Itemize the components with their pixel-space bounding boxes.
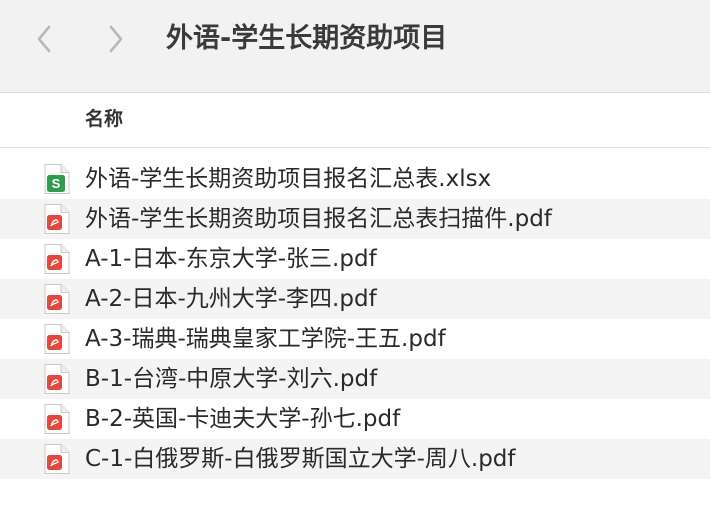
back-button[interactable] (32, 24, 56, 54)
file-name: 外语-学生长期资助项目报名汇总表扫描件.pdf (85, 206, 552, 232)
file-name: A-3-瑞典-瑞典皇家工学院-王五.pdf (85, 326, 446, 352)
file-name: B-1-台湾-中原大学-刘六.pdf (85, 366, 378, 392)
file-row[interactable]: A-1-日本-东京大学-张三.pdf (0, 239, 710, 279)
pdf-file-icon (43, 363, 71, 395)
pdf-file-icon (43, 203, 71, 235)
svg-text:S: S (52, 176, 61, 191)
pdf-file-icon (43, 403, 71, 435)
pdf-file-icon (43, 283, 71, 315)
toolbar: 外语-学生长期资助项目 (0, 0, 710, 93)
file-row[interactable]: A-2-日本-九州大学-李四.pdf (0, 279, 710, 319)
forward-button[interactable] (104, 24, 128, 54)
file-name: A-2-日本-九州大学-李四.pdf (85, 286, 377, 312)
column-header: 名称 (0, 93, 710, 148)
file-name: 外语-学生长期资助项目报名汇总表.xlsx (85, 166, 492, 192)
column-header-name[interactable]: 名称 (85, 106, 123, 132)
file-row[interactable]: S 外语-学生长期资助项目报名汇总表.xlsx (0, 159, 710, 199)
window-title: 外语-学生长期资助项目 (166, 23, 448, 54)
file-row[interactable]: B-1-台湾-中原大学-刘六.pdf (0, 359, 710, 399)
file-row[interactable]: C-1-白俄罗斯-白俄罗斯国立大学-周八.pdf (0, 439, 710, 479)
file-name: A-1-日本-东京大学-张三.pdf (85, 246, 377, 272)
file-row[interactable]: 外语-学生长期资助项目报名汇总表扫描件.pdf (0, 199, 710, 239)
file-row[interactable]: B-2-英国-卡迪夫大学-孙七.pdf (0, 399, 710, 439)
pdf-file-icon (43, 323, 71, 355)
file-list: S 外语-学生长期资助项目报名汇总表.xlsx 外语-学生长期资助项目报名汇总表… (0, 159, 710, 479)
chevron-left-icon (37, 25, 51, 53)
chevron-right-icon (109, 25, 123, 53)
pdf-file-icon (43, 443, 71, 475)
file-name: C-1-白俄罗斯-白俄罗斯国立大学-周八.pdf (85, 446, 516, 472)
file-row[interactable]: A-3-瑞典-瑞典皇家工学院-王五.pdf (0, 319, 710, 359)
xlsx-file-icon: S (43, 163, 71, 195)
pdf-file-icon (43, 243, 71, 275)
file-name: B-2-英国-卡迪夫大学-孙七.pdf (85, 406, 401, 432)
